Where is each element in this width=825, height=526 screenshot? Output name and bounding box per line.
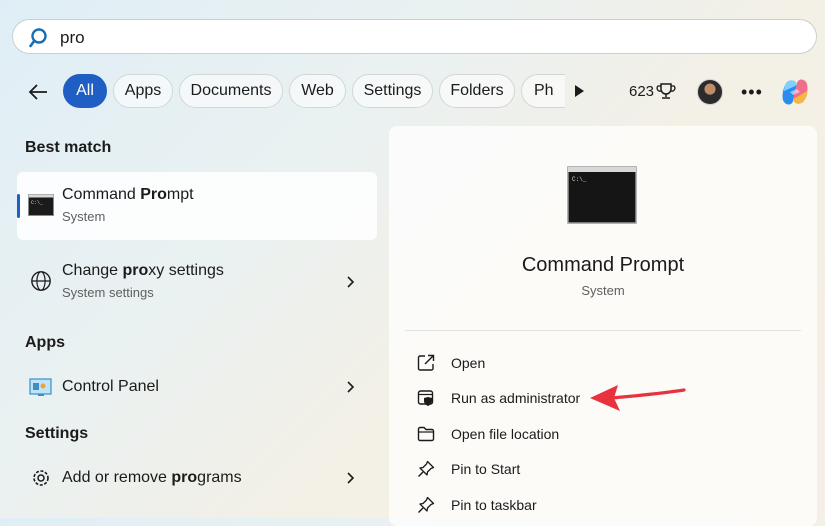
terminal-icon: C:\_ [567, 166, 637, 224]
shield-admin-icon [417, 390, 434, 406]
apps-heading: Apps [25, 334, 65, 351]
filter-documents[interactable]: Documents [179, 74, 283, 108]
filter-photos-truncated[interactable]: Ph [521, 74, 565, 108]
action-label: Open [451, 355, 486, 371]
result-subtitle: System [62, 209, 106, 224]
chevron-right-icon[interactable] [344, 471, 356, 485]
open-external-icon [417, 354, 435, 371]
pin-icon [418, 460, 435, 477]
search-input[interactable]: pro [60, 28, 85, 48]
trophy-icon[interactable] [656, 81, 676, 101]
action-label: Run as administrator [451, 390, 581, 406]
action-label: Pin to taskbar [451, 497, 537, 513]
filter-all[interactable]: All [63, 74, 107, 108]
detail-panel: C:\_ Command Prompt System Open Run as a… [389, 126, 817, 526]
result-title-match: Pro [140, 186, 167, 203]
user-avatar[interactable] [697, 79, 723, 105]
result-command-prompt[interactable]: C:\_ Command Prompt System [17, 172, 377, 240]
svg-text:C:\_: C:\_ [572, 176, 587, 183]
result-title-suffix: xy settings [148, 262, 224, 279]
result-subtitle: System settings [62, 285, 154, 300]
result-title-prefix: Command [62, 186, 141, 203]
result-change-proxy-settings[interactable]: Change proxy settings System settings [17, 248, 377, 316]
chevron-right-icon[interactable] [344, 380, 356, 394]
divider [405, 330, 801, 331]
chevron-right-icon[interactable] [344, 275, 356, 289]
action-pin-to-taskbar[interactable]: Pin to taskbar [417, 489, 797, 521]
selection-indicator [17, 194, 20, 218]
back-arrow-icon[interactable] [26, 80, 50, 104]
control-panel-icon [29, 378, 52, 396]
result-title-match: pro [122, 262, 149, 279]
result-title-prefix: Change [62, 262, 123, 279]
result-title-match: pro [171, 469, 198, 486]
action-pin-to-start[interactable]: Pin to Start [417, 453, 797, 485]
filter-web[interactable]: Web [289, 74, 346, 108]
terminal-icon: C:\_ [28, 194, 54, 216]
pin-icon [418, 496, 435, 513]
result-title-suffix: mpt [166, 186, 194, 203]
svg-text:C:\_: C:\_ [31, 200, 44, 206]
detail-subtitle: System [581, 283, 625, 298]
gear-icon [33, 470, 49, 486]
filter-folders[interactable]: Folders [439, 74, 515, 108]
result-control-panel[interactable]: Control Panel [17, 367, 377, 407]
scroll-right-icon[interactable] [572, 84, 586, 98]
settings-heading: Settings [25, 425, 89, 442]
annotation-arrow-icon [590, 385, 686, 411]
search-bar[interactable]: pro [12, 19, 817, 54]
result-title-prefix: Add or remove [62, 469, 172, 486]
result-title-suffix: grams [197, 469, 242, 486]
rewards-points: 623 [629, 83, 655, 100]
result-add-remove-programs[interactable]: Add or remove programs [17, 458, 377, 498]
folder-icon [417, 426, 435, 442]
best-match-heading: Best match [25, 139, 112, 156]
action-label: Pin to Start [451, 461, 521, 477]
filter-settings[interactable]: Settings [352, 74, 433, 108]
copilot-icon[interactable] [778, 75, 812, 109]
detail-title: Command Prompt [521, 254, 685, 276]
filter-apps[interactable]: Apps [113, 74, 173, 108]
action-label: Open file location [451, 426, 560, 442]
search-icon [29, 28, 47, 48]
more-options-icon[interactable]: ••• [741, 82, 763, 103]
globe-icon [31, 271, 51, 291]
action-open[interactable]: Open [417, 347, 797, 379]
result-title: Control Panel [62, 378, 159, 395]
action-open-file-location[interactable]: Open file location [417, 418, 797, 450]
